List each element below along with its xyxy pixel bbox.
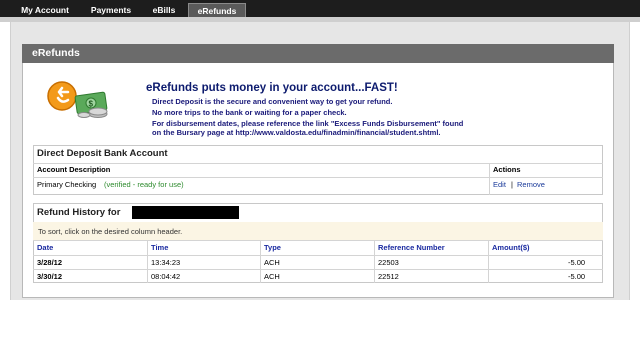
divider	[33, 255, 603, 256]
direct-deposit-title: Direct Deposit Bank Account	[37, 148, 168, 159]
tab-ebills[interactable]: eBills	[146, 3, 182, 17]
panel-title: eRefunds	[22, 44, 614, 63]
refund-type: ACH	[264, 272, 280, 281]
column-header-description: Account Description	[37, 165, 111, 174]
refund-time: 08:04:42	[151, 272, 181, 281]
action-separator: |	[511, 180, 513, 189]
column-divider	[374, 240, 375, 283]
divider	[33, 177, 603, 178]
refund-reference: 22512	[378, 272, 399, 281]
column-divider	[488, 240, 489, 283]
column-divider	[489, 163, 490, 195]
money-refund-icon: $	[46, 80, 112, 120]
promo-line: Direct Deposit is the secure and conveni…	[152, 97, 393, 106]
redacted-name-block	[132, 206, 239, 219]
account-name: Primary Checking	[37, 180, 97, 189]
refund-date: 3/28/12	[37, 258, 63, 267]
remove-link[interactable]: Remove	[517, 180, 545, 190]
tab-payments[interactable]: Payments	[84, 3, 138, 17]
promo-title: eRefunds puts money in your account...FA…	[146, 82, 398, 94]
refund-amount: -5.00	[568, 272, 586, 281]
promo-line: on the Bursary page at http://www.valdos…	[152, 128, 441, 137]
promo-line: No more trips to the bank or waiting for…	[152, 108, 347, 117]
column-header-type[interactable]: Type	[264, 243, 281, 253]
refund-history-title: Refund History for	[37, 207, 121, 218]
column-header-actions: Actions	[493, 165, 521, 174]
tab-my-account[interactable]: My Account	[14, 3, 76, 17]
refund-amount: -5.00	[568, 258, 586, 267]
column-divider	[260, 240, 261, 283]
column-header-date[interactable]: Date	[37, 243, 53, 253]
svg-text:$: $	[89, 100, 94, 109]
refund-type: ACH	[264, 258, 280, 267]
refund-date: 3/30/12	[37, 272, 63, 281]
sort-note: To sort, click on the desired column hea…	[38, 227, 183, 236]
tab-erefunds[interactable]: eRefunds	[188, 3, 246, 17]
refund-reference: 22503	[378, 258, 399, 267]
divider	[33, 163, 603, 164]
edit-link[interactable]: Edit	[493, 180, 506, 190]
top-nav-bar: My Account Payments eBills eRefunds	[0, 0, 640, 22]
promo-line: For disbursement dates, please reference…	[152, 119, 464, 128]
column-header-reference[interactable]: Reference Number	[378, 243, 445, 253]
refund-time: 13:34:23	[151, 258, 181, 267]
column-divider	[147, 240, 148, 283]
column-header-time[interactable]: Time	[151, 243, 168, 253]
divider	[33, 269, 603, 270]
divider	[33, 240, 603, 241]
account-status: (verified - ready for use)	[104, 180, 184, 189]
column-header-amount[interactable]: Amount($)	[492, 243, 530, 253]
